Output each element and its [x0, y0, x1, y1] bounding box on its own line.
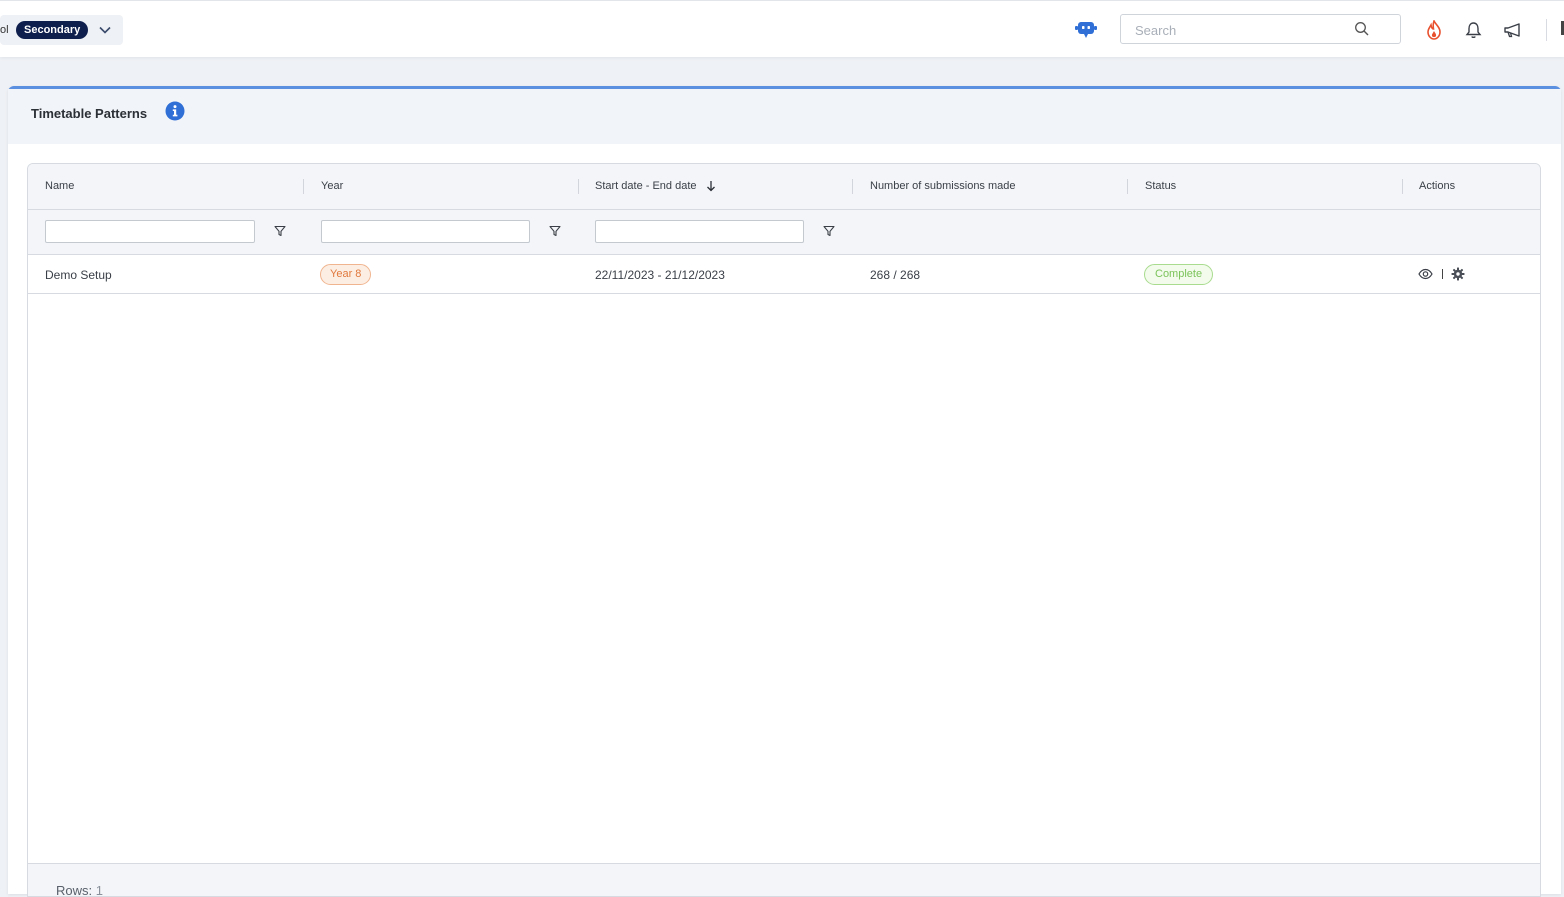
gear-icon[interactable] — [1451, 267, 1465, 281]
column-divider[interactable] — [1127, 179, 1128, 194]
info-icon[interactable] — [165, 101, 185, 121]
panel-header: Timetable Patterns — [8, 89, 1561, 144]
filter-icon[interactable] — [823, 225, 835, 237]
school-selector[interactable]: ol Secondary — [0, 15, 123, 45]
dates-filter-input[interactable] — [595, 220, 804, 243]
sort-arrow-down-icon[interactable] — [706, 180, 716, 192]
column-divider[interactable] — [303, 179, 304, 194]
column-divider[interactable] — [578, 179, 579, 194]
column-divider[interactable] — [1402, 179, 1403, 194]
rows-label: Rows: — [56, 883, 93, 897]
year-badge: Year 8 — [320, 264, 372, 285]
timetable-patterns-table: Name Year Start date - End date Number o… — [27, 163, 1541, 897]
top-bar: ol Secondary — [0, 0, 1564, 57]
search-icon[interactable] — [1354, 21, 1370, 37]
column-divider[interactable] — [852, 179, 853, 194]
name-filter-input[interactable] — [45, 220, 255, 243]
cell-dates: 22/11/2023 - 21/12/2023 — [595, 268, 725, 282]
search-field[interactable] — [1120, 14, 1401, 44]
chatbot-icon[interactable] — [1075, 18, 1097, 40]
status-badge: Complete — [1144, 264, 1214, 285]
column-header-name[interactable]: Name — [45, 180, 74, 192]
page-title: Timetable Patterns — [31, 106, 148, 121]
bell-icon[interactable] — [1465, 21, 1482, 39]
action-divider — [1442, 269, 1443, 279]
search-input[interactable] — [1135, 21, 1355, 39]
filter-icon[interactable] — [274, 225, 286, 237]
topbar-divider — [1546, 19, 1547, 41]
cell-submissions: 268 / 268 — [870, 268, 921, 282]
fire-icon[interactable] — [1425, 20, 1443, 40]
table-footer: Rows: 1 — [28, 863, 1540, 897]
timetable-patterns-panel: Timetable Patterns Name Year Start date … — [8, 86, 1561, 897]
chevron-down-icon[interactable] — [98, 23, 112, 37]
megaphone-icon[interactable] — [1503, 21, 1523, 39]
year-filter-input[interactable] — [321, 220, 530, 243]
column-header-submissions[interactable]: Number of submissions made — [870, 180, 1016, 192]
column-header-status[interactable]: Status — [1145, 180, 1176, 192]
table-row[interactable]: Demo Setup Year 8 22/11/2023 - 21/12/202… — [28, 255, 1540, 294]
column-header-actions: Actions — [1419, 180, 1456, 192]
eye-icon[interactable] — [1418, 268, 1433, 280]
rows-summary: Rows: 1 — [56, 883, 103, 897]
filter-icon[interactable] — [549, 225, 561, 237]
cell-name: Demo Setup — [45, 268, 112, 282]
column-header-dates[interactable]: Start date - End date — [595, 180, 697, 192]
filter-row — [28, 210, 1540, 255]
rows-count: 1 — [95, 883, 103, 897]
column-header-year[interactable]: Year — [321, 180, 343, 192]
school-type-badge: Secondary — [16, 21, 89, 39]
table-header: Name Year Start date - End date Number o… — [28, 164, 1540, 210]
school-name-label: ol — [0, 24, 9, 36]
